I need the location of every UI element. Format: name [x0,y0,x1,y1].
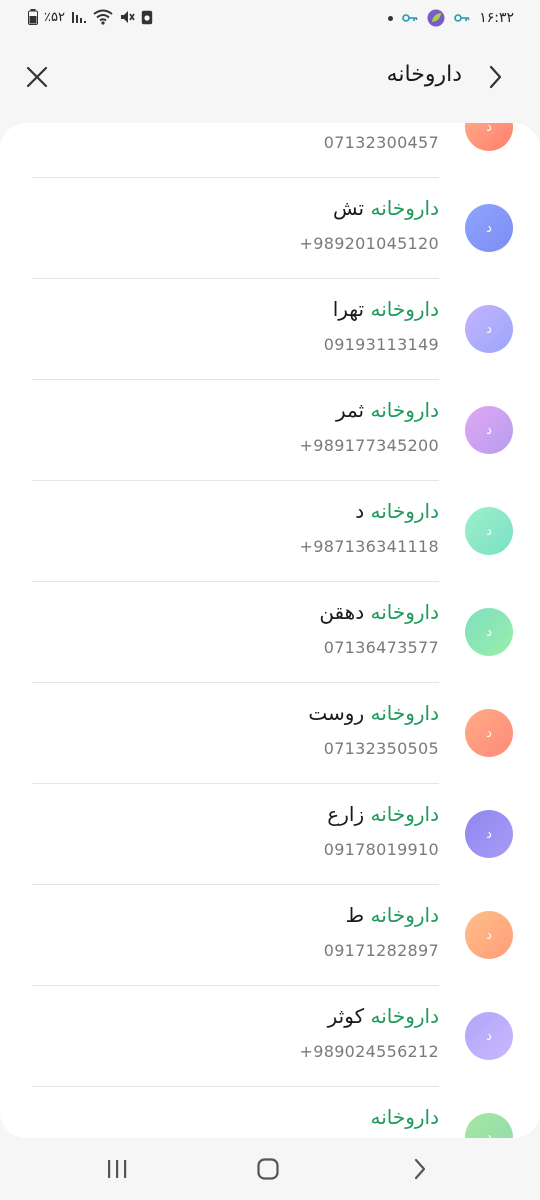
app-header: داروخانه [0,50,540,104]
chevron-right-icon [414,1158,426,1180]
contact-avatar: د [465,1113,513,1138]
contact-avatar: د [465,911,513,959]
contact-name-rest: دهقن [319,600,365,624]
search-match-highlight: داروخانه [370,398,439,422]
contact-phone: 09193113149 [323,335,439,354]
contact-phone: 07132300457 [323,133,439,152]
battery-icon [28,9,38,25]
search-match-highlight: داروخانه [370,297,439,321]
status-bar-left: ٪۵۲ [28,9,153,25]
search-match-highlight: داروخانه [370,600,439,624]
contact-avatar: د [465,608,513,656]
contact-row[interactable]: د داروخانه ط 09171282897 [0,885,540,986]
page-title: داروخانه [386,62,462,87]
contact-phone: 07132350505 [323,739,439,758]
search-match-highlight: داروخانه [370,499,439,523]
search-match-highlight: داروخانه [370,196,439,220]
contact-row[interactable]: دداروخانه پرش07132300457 [0,123,540,178]
status-bar-right: ۱۶:۳۲ [388,9,514,27]
contact-name: داروخانه تهرا [333,297,439,321]
vpn-key-icon [454,13,470,23]
back-button[interactable] [478,60,512,94]
search-match-highlight: داروخانه [370,903,439,927]
contact-name: داروخانه د [355,499,439,523]
signal-icon [71,10,87,24]
contact-row[interactable]: د داروخانه زارع 09178019910 [0,784,540,885]
vpn-key-icon [402,13,418,23]
contact-avatar: د [465,406,513,454]
system-navigation-bar [0,1138,540,1200]
contact-name: داروخانه ثمر [336,398,439,422]
close-button[interactable] [20,60,54,94]
recents-button[interactable] [97,1152,137,1186]
contact-name: داروخانه دهقن [319,600,439,624]
contact-avatar: د [465,709,513,757]
wifi-icon [93,9,113,25]
contact-name: داروخانه روست [308,701,439,725]
home-button[interactable] [248,1152,288,1186]
contact-name-rest: روست [308,701,365,725]
contact-list-card: دداروخانه پرش07132300457دداروخانه تش+989… [0,123,540,1138]
contact-name-rest: ثمر [335,398,365,422]
home-icon [257,1158,279,1180]
contact-row[interactable]: د داروخانه تش +989201045120 [0,178,540,279]
contact-name: داروخانه کوثر [328,1004,439,1028]
notification-dot-icon [388,15,394,21]
contact-row[interactable]: د داروخانه کوثر +989024556212 [0,986,540,1087]
contact-avatar: د [465,123,513,151]
contact-name: داروخانه تش [333,196,439,220]
contact-name-rest: زارع [327,802,365,826]
contact-phone: +989024556212 [299,1042,439,1061]
search-match-highlight: داروخانه [370,1105,439,1129]
contact-phone: 09178019910 [323,840,439,859]
clock-time: ۱۶:۳۲ [479,10,514,26]
mute-icon [119,9,135,25]
battery-percent: ٪۵۲ [44,9,65,25]
contact-name: داروخانه زارع [327,802,439,826]
status-bar: ٪۵۲ ۱۶:۳۲ [0,0,540,38]
contact-name-rest: د [355,499,365,523]
contact-avatar: د [465,1012,513,1060]
contact-row[interactable]: د داروخانه روست 07132350505 [0,683,540,784]
contact-row[interactable]: د داروخانه [0,1087,540,1138]
contact-row[interactable]: د داروخانه د +987136341118 [0,481,540,582]
search-match-highlight: داروخانه [370,1004,439,1028]
contact-phone: +989177345200 [299,436,439,455]
contact-name: داروخانه ط [346,903,439,927]
recents-icon [108,1160,127,1178]
contact-name-rest: تش [333,196,365,220]
contact-name-rest: تهرا [332,297,365,321]
contact-row[interactable]: د داروخانه ثمر +989177345200 [0,380,540,481]
chevron-right-icon [489,65,502,89]
contact-name-rest: کوثر [327,1004,365,1028]
app-leaf-icon [427,9,445,27]
contact-avatar: د [465,305,513,353]
notification-app-icon [141,10,153,25]
close-icon [26,66,48,88]
contact-row[interactable]: د داروخانه دهقن 07136473577 [0,582,540,683]
contact-list: دداروخانه پرش07132300457دداروخانه تش+989… [0,123,540,1138]
search-match-highlight: داروخانه [370,701,439,725]
contact-avatar: د [465,810,513,858]
contact-row[interactable]: د داروخانه تهرا 09193113149 [0,279,540,380]
contact-name-rest: ط [345,903,365,927]
contact-avatar: د [465,507,513,555]
search-match-highlight: داروخانه [370,802,439,826]
contact-avatar: د [465,204,513,252]
nav-back-button[interactable] [400,1152,440,1186]
contact-phone: +989201045120 [299,234,439,253]
contact-phone: 09171282897 [323,941,439,960]
contact-name: داروخانه [370,1105,439,1129]
contact-phone: +987136341118 [299,537,439,556]
contact-phone: 07136473577 [323,638,439,657]
